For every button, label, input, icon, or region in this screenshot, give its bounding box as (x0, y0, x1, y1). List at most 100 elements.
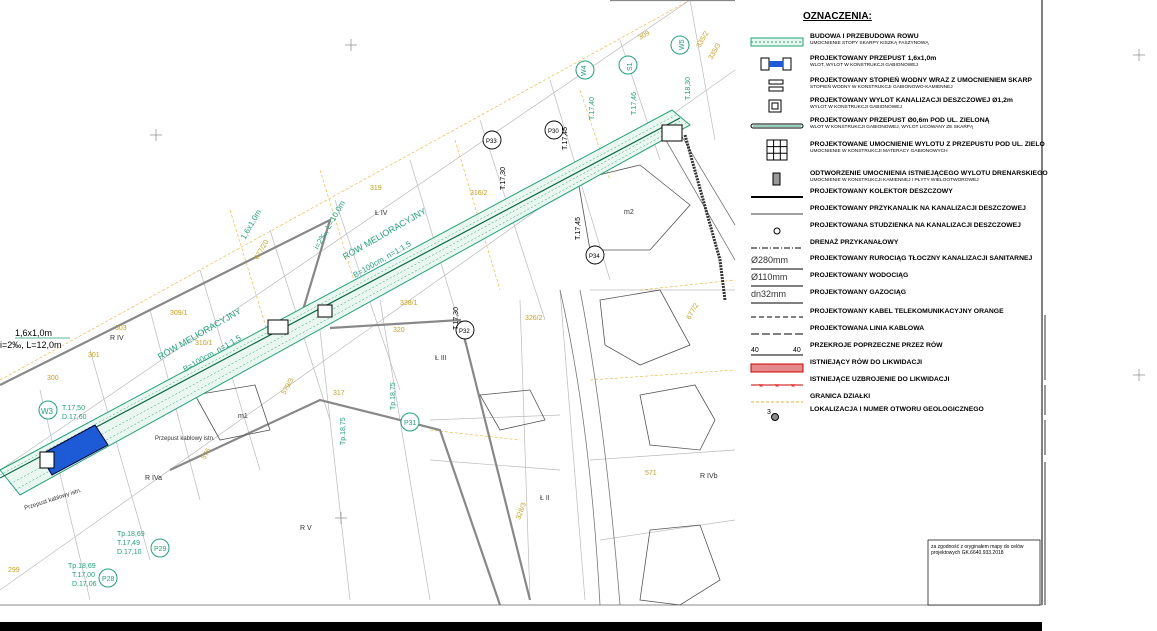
svg-text:×: × (759, 383, 763, 390)
legend-item-gas: dn32mm PROJEKTOWANY GAZOCIĄG (735, 289, 1045, 309)
storm-collector-line-icon (751, 196, 803, 198)
point-w5-id: W5 (679, 39, 686, 50)
legend-title: OZNACZENIA: (803, 11, 872, 22)
legend-item-outlet-protection: PROJEKTOWANE UMOCNIENIE WYLOTU Z PRZEPUS… (735, 137, 1045, 163)
legend-sublabel: WLOT, WYLOT W KONSTRUKCJI GABIONOWEJ (810, 63, 918, 68)
section-p32: P32 (459, 329, 470, 335)
point-s1-id: S1 (627, 62, 634, 71)
svg-text:×: × (775, 383, 779, 390)
culvert-06-symbol-icon (750, 123, 804, 129)
parcel-677-2: 677/2 (686, 302, 701, 321)
culvert-symbol-icon (760, 57, 792, 71)
parcel-320: 320 (393, 327, 405, 334)
point-p34-t: T.17,45 (575, 217, 582, 240)
point-w4-t: T.17,40 (589, 97, 596, 120)
legend-label: PROJEKTOWANA LINIA KABLOWA (810, 325, 925, 332)
cable-label-2: Przepust kablowy istn. (24, 488, 83, 512)
legend-sublabel: UMOCNIENIE STOPY SKARPY KISZKĄ FASZYNOWĄ (810, 41, 929, 46)
parcel-319: 319 (370, 185, 382, 192)
section-p33: P33 (486, 139, 497, 145)
parcel-301: 301 (88, 352, 100, 359)
legend-item-ditch: BUDOWA I PRZEBUDOWA ROWU UMOCNIENIE STOP… (735, 33, 1045, 53)
legend-sublabel: WLOT W KONSTRUKCJI GABIONOWEJ, WYLOT LIC… (810, 125, 974, 130)
cable-label-1: Przepust kablowy istn. (155, 436, 215, 442)
legend-label: PROJEKTOWANY WYLOT KANALIZACJI DESZCZOWE… (810, 97, 1013, 104)
point-p29-t: T.17,49 (117, 540, 140, 547)
telecom-line-icon (751, 316, 803, 318)
legend-label: PROJEKTOWANY PRZEPUST Ø0,6m POD UL. ZIEL… (810, 117, 990, 124)
legend-sublabel: WYLOT W KONSTRUKCJI GABIONOWEJ (810, 105, 902, 110)
legend-label: PROJEKTOWANY KABEL TELEKOMUNIKACYJNY ORA… (810, 308, 1004, 315)
parcel-335-3: 335/3 (708, 42, 723, 61)
class-label-liv: Ł IV (375, 210, 388, 217)
point-p29-id: P29 (154, 546, 167, 553)
water-step-symbol-icon (768, 79, 784, 92)
storm-outlet-symbol-icon (768, 99, 782, 113)
manhole-icon (773, 227, 781, 235)
legend-label: PROJEKTOWANY GAZOCIĄG (810, 289, 907, 296)
point-p29-tp: Tp.18,69 (117, 531, 145, 538)
ditch-symbol-icon (750, 37, 804, 47)
parcel-316-2: 316/2 (470, 190, 488, 197)
point-w3-id: W3 (41, 407, 54, 416)
class-label-riv: R IV (110, 335, 124, 342)
utility-removal-icon: × × × (751, 383, 803, 390)
legend-label: ISTNIEJĄCE UZBROJENIE DO LIKWIDACJI (810, 376, 950, 383)
cross-section-number-right: 40 (793, 347, 801, 354)
legend-label: PROJEKTOWANE UMOCNIENIE WYLOTU Z PRZEPUS… (810, 141, 1045, 148)
svg-text:×: × (791, 383, 795, 390)
culvert-label-1: 1,6x1,0m (15, 328, 52, 338)
legend-item-water-step: PROJEKTOWANY STOPIEŃ WODNY WRAZ Z UMOCNI… (735, 77, 1045, 97)
point-p30-tp: Tp.18,75 (340, 417, 347, 445)
legend-label: PROJEKTOWANY PRZEPUST 1,6x1,0m (810, 55, 937, 62)
section-p30: P30 (548, 129, 559, 135)
legend-label: PRZEKROJE POPRZECZNE PRZEZ RÓW (810, 342, 943, 349)
point-s1-t: T.17,46 (631, 92, 638, 115)
point-p28-tp: Tp.18,69 (68, 563, 96, 570)
legend-item-culvert-06: PROJEKTOWANY PRZEPUST Ø0,6m POD UL. ZIEL… (735, 117, 1045, 137)
section-p34: P34 (589, 254, 600, 260)
point-p29-d: D.17,10 (117, 549, 142, 556)
point-w5-t: T.18,30 (685, 77, 692, 100)
point-p31-id: P31 (404, 420, 417, 427)
ditch-removal-icon (750, 363, 804, 373)
parcel-300: 300 (47, 375, 59, 382)
cross-section-icon: 40 40 (751, 347, 803, 356)
legend-label: PROJEKTOWANA STUDZIENKA NA KANALIZACJI D… (810, 222, 1021, 229)
parcel-571: 571 (645, 470, 657, 477)
class-label-lii: Ł II (540, 495, 550, 502)
legend-item-drain-outlet: ODTWORZENIE UMOCNIENIA ISTNIEJĄCEGO WYLO… (735, 170, 1048, 190)
parcel-310-1: 310/1 (195, 340, 213, 347)
point-p28-d: D.17,06 (72, 581, 97, 588)
legend-label: LOKALIZACJA I NUMER OTWORU GEOLOGICZNEGO (810, 406, 984, 413)
bottom-bar (0, 622, 1042, 631)
legend-label: DRENAŻ PRZYKANAŁOWY (810, 239, 899, 246)
parcel-328-3: 328/3 (515, 502, 528, 521)
point-w4-id: W4 (581, 65, 588, 76)
legend-sublabel: UMOCNIENIE W KONSTRUKCJI KAMIENNEJ I PŁY… (810, 178, 979, 183)
parcel-309-1: 309/1 (170, 310, 188, 317)
drainage-line-icon (751, 247, 803, 249)
legend-sublabel: UMOCNIENIE W KONSTRUKCJI MATERACY GABION… (810, 149, 948, 154)
parcel-309: 309 (638, 30, 652, 42)
point-p33-t: T.17,30 (500, 167, 507, 190)
class-label-rv: R V (300, 525, 312, 532)
parcel-335-2: 335/2 (696, 30, 711, 49)
legend-label: ISTNIEJĄCY RÓW DO LIKWIDACJI (810, 359, 923, 366)
legend-label: PROJEKTOWANY STOPIEŃ WODNY WRAZ Z UMOCNI… (810, 77, 1032, 84)
parcel-338-1: 338/1 (400, 300, 418, 307)
parcel-579-3: 579/3 (281, 377, 296, 396)
legend-label: BUDOWA I PRZEBUDOWA ROWU (810, 33, 919, 40)
water-pipe-label: Ø110mm (751, 272, 788, 282)
legend-label: PROJEKTOWANY KOLEKTOR DESZCZOWY (810, 188, 953, 195)
class-label-liii: Ł III (435, 355, 447, 362)
cable-line-icon (751, 333, 803, 335)
legend-label: ODTWORZENIE UMOCNIENIA ISTNIEJĄCEGO WYLO… (810, 170, 1048, 177)
parcel-303: 303 (115, 325, 127, 332)
point-p28-id: P28 (102, 576, 115, 583)
legend-label: PROJEKTOWANY RUROCIĄG TŁOCZNY KANALIZACJ… (810, 255, 1033, 262)
sanitary-pipe-label: Ø280mm (751, 255, 789, 265)
legend-item-storm-outlet: PROJEKTOWANY WYLOT KANALIZACJI DESZCZOWE… (735, 97, 1045, 117)
water-pipe-line-icon (751, 285, 803, 287)
conformity-note: za zgodność z oryginałem mapy do celów p… (931, 544, 1024, 556)
